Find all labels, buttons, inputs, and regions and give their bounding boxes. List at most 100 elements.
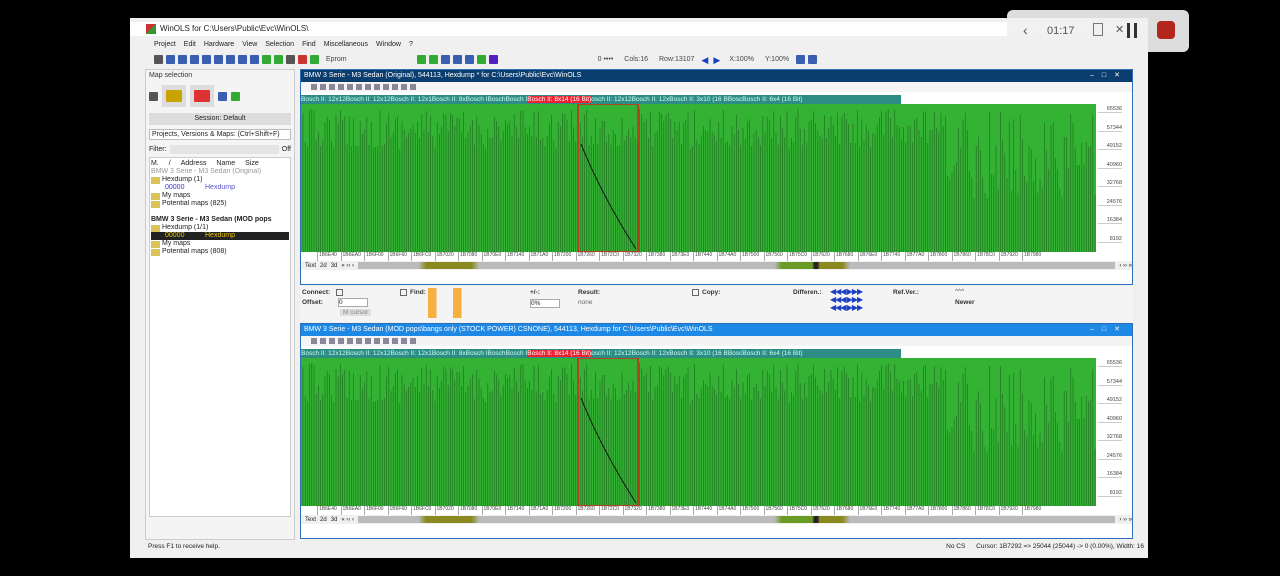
map-label[interactable]: Bosch II: 3x10 (16 B (669, 350, 728, 357)
folder-row[interactable]: Potential maps (808) (151, 248, 289, 256)
pause-icon[interactable] (1127, 23, 1137, 38)
map-label[interactable]: Bosch I (466, 350, 488, 357)
folder-row[interactable]: Potential maps (825) (151, 200, 289, 208)
map-label[interactable]: Bosch II: 3x10 (16 B (669, 96, 728, 103)
hexdump-chart[interactable]: 65536 57344 49152 40960 32768 24576 16384 8192 (301, 358, 1132, 506)
hex-view-icon[interactable] (250, 55, 259, 64)
column-header[interactable]: / (169, 159, 171, 168)
cols-field[interactable]: Cols:16 (624, 56, 648, 63)
project-icon[interactable] (154, 55, 163, 64)
menu-selection[interactable]: Selection (265, 38, 294, 51)
map-label[interactable]: Bosch II: 8x14 (16 Bit) (527, 96, 592, 103)
toolbar-button-icon[interactable] (374, 84, 380, 90)
map-label[interactable]: Bosc (728, 350, 742, 357)
toolbar-button-icon[interactable] (401, 84, 407, 90)
map-label[interactable]: Bosch II: 6x4 (16 Bit) (742, 96, 802, 103)
window-controls[interactable]: –□✕ (1090, 324, 1128, 336)
map-label[interactable]: osch II: 12x12 (591, 96, 631, 103)
eprom-red-icon[interactable] (298, 55, 307, 64)
search-combo[interactable]: Projects, Versions & Maps: (Ctrl+Shift+F… (149, 129, 291, 140)
map-row[interactable]: 00000 Hexdump (151, 232, 289, 240)
folder-row[interactable]: Hexdump (1/1) (151, 224, 289, 232)
open-ecu-button[interactable] (190, 85, 214, 107)
view-tab-3d[interactable]: 3d (331, 263, 338, 269)
toolbar-button-icon[interactable] (338, 338, 344, 344)
help-icon[interactable] (440, 55, 450, 64)
toolbar-button-icon[interactable] (338, 84, 344, 90)
prev-icon[interactable] (202, 55, 211, 64)
map-label[interactable]: Bosch I (506, 350, 528, 357)
back-icon[interactable]: ‹ (1023, 22, 1028, 38)
find-buttons[interactable] (428, 288, 498, 318)
menu-[interactable]: ? (409, 38, 413, 51)
column-header[interactable]: Address (181, 159, 207, 168)
folder-row[interactable]: My maps (151, 192, 289, 200)
scroll-left-buttons[interactable]: « ‹‹ ‹ (341, 517, 354, 523)
copy-checkbox[interactable] (692, 289, 699, 296)
zoom-icon[interactable] (262, 55, 271, 64)
map-label[interactable]: Bosch II: 12x12 (346, 350, 391, 357)
toolbar-button-icon[interactable] (374, 338, 380, 344)
toolbar-button-icon[interactable] (365, 84, 371, 90)
color-icon[interactable] (488, 55, 498, 64)
scroll-right-buttons[interactable]: › ›› » (1119, 517, 1132, 523)
toolbar-button-icon[interactable] (383, 338, 389, 344)
column-header[interactable]: Name (216, 159, 235, 168)
map-label[interactable]: Bosc (728, 96, 742, 103)
close-icon[interactable]: ✕ (1115, 23, 1124, 36)
column-header[interactable]: Size (245, 159, 259, 168)
tool-icon[interactable] (416, 55, 426, 64)
map-label[interactable]: Bosch I (506, 96, 528, 103)
menu-view[interactable]: View (242, 38, 257, 51)
tool-a-icon[interactable] (218, 91, 227, 101)
map-row[interactable]: 00000 Hexdump (151, 184, 289, 192)
view-mode2-icon[interactable] (808, 55, 818, 64)
scroll-left-buttons[interactable]: « ‹‹ ‹ (341, 263, 354, 269)
map-label[interactable]: Bosch II: 12x1 (391, 96, 432, 103)
toolbar-button-icon[interactable] (383, 84, 389, 90)
menu-edit[interactable]: Edit (184, 38, 196, 51)
toolbar-button-icon[interactable] (311, 84, 317, 90)
arrow-left-icon[interactable]: ◀ (701, 55, 710, 65)
hexdump-chart[interactable]: 65536 57344 49152 40960 32768 24576 16384 8192 (301, 104, 1132, 252)
toolbar-button-icon[interactable] (401, 338, 407, 344)
scroll-right-buttons[interactable]: › ›› » (1119, 263, 1132, 269)
view-mode-icon[interactable] (796, 55, 806, 64)
menu-hardware[interactable]: Hardware (204, 38, 234, 51)
toolbar-button-icon[interactable] (356, 338, 362, 344)
diff-nav-buttons[interactable]: ◀◀◀ ▶▶▶ ◀◀◀ ▶▶▶ ◀◀◀ ▶▶▶ (830, 288, 863, 312)
menu-window[interactable]: Window (376, 38, 401, 51)
copy-icon[interactable] (476, 55, 486, 64)
next-icon[interactable] (226, 55, 235, 64)
toolbar-button-icon[interactable] (347, 84, 353, 90)
percent-select[interactable]: 0% (530, 299, 560, 308)
first-icon[interactable] (190, 55, 199, 64)
session-button[interactable]: Session: Default (149, 113, 291, 125)
view-tab-text[interactable]: Text (305, 517, 316, 523)
stop-record-icon[interactable] (1157, 21, 1175, 39)
map-label[interactable]: Bosch II: 8x (432, 350, 466, 357)
row-field[interactable]: Row:13107 (659, 56, 694, 63)
project-row[interactable]: BMW 3 Serie - M3 Sedan (Original) (151, 168, 289, 176)
map-label[interactable]: Bosch (487, 350, 505, 357)
pin-icon[interactable] (428, 55, 438, 64)
view-tab-2d[interactable]: 2d (320, 517, 327, 523)
toolbar-button-icon[interactable] (329, 338, 335, 344)
toolbar-button-icon[interactable] (365, 338, 371, 344)
fullscreen-icon[interactable] (178, 55, 187, 64)
folder-row[interactable]: My maps (151, 240, 289, 248)
last-icon[interactable] (238, 55, 247, 64)
menu-find[interactable]: Find (302, 38, 316, 51)
new-icon[interactable] (149, 91, 158, 101)
toolbar-button-icon[interactable] (329, 84, 335, 90)
map-label[interactable]: osch II: 12x12 (591, 350, 631, 357)
map-label[interactable]: Bosch II: 12x (632, 350, 670, 357)
map-label[interactable]: Bosch II: 12x12 (346, 96, 391, 103)
connect-checkbox[interactable] (336, 289, 343, 296)
overview-scrollbar[interactable] (358, 262, 1116, 269)
view-tab-2d[interactable]: 2d (320, 263, 327, 269)
map-label[interactable]: Bosch II: 12x12 (301, 96, 346, 103)
trash-icon[interactable] (1093, 23, 1103, 36)
arrow-right-icon[interactable]: ▶ (713, 55, 722, 65)
toolbar-button-icon[interactable] (320, 84, 326, 90)
